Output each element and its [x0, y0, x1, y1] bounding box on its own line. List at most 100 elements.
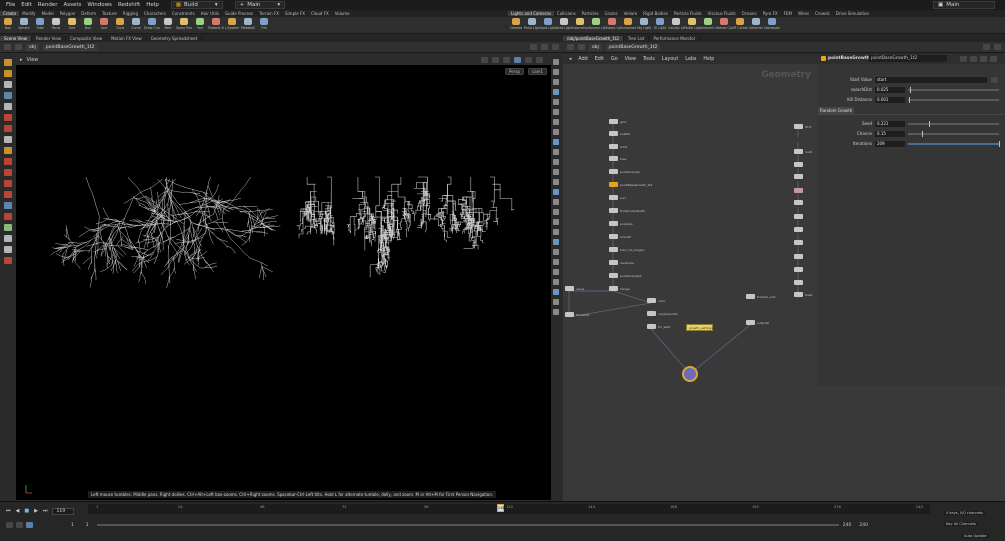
network-node[interactable] [565, 312, 574, 317]
realtime-icon[interactable] [6, 522, 13, 528]
display-icon[interactable] [503, 57, 510, 63]
path-network[interactable]: obj [26, 43, 39, 51]
shelf-tab-right-11[interactable]: Wires [795, 11, 812, 16]
menu-help[interactable]: Help [146, 2, 159, 8]
shelf-tab-12[interactable]: Simple FX [282, 11, 308, 16]
network-node[interactable] [609, 144, 618, 149]
network-node[interactable] [609, 247, 618, 252]
network-node[interactable] [794, 214, 803, 219]
display-option-icon[interactable] [553, 149, 559, 155]
network-editor[interactable]: Geometry grid scatter add1 fuse pointwrangle… [563, 64, 817, 501]
shelf-tab-1[interactable]: Modify [19, 11, 38, 16]
path-node[interactable]: pointBaseGrowth_1t2 [42, 43, 98, 51]
shelf-tab-4[interactable]: Deform [78, 11, 99, 16]
network-node[interactable] [609, 156, 618, 161]
parm-startvalue-menu-icon[interactable] [991, 76, 998, 83]
viewport-tool-icon[interactable] [4, 235, 12, 242]
desktop-selector[interactable]: ▦ Build ▾ [170, 1, 223, 9]
network-node[interactable] [609, 273, 618, 278]
display-option-icon[interactable] [553, 189, 559, 195]
slider-handle[interactable] [908, 96, 910, 103]
tool-file[interactable]: File [256, 17, 272, 30]
network-menu-labs[interactable]: Labs [685, 57, 696, 62]
shelf-tab-9[interactable]: Hair Utils [198, 11, 222, 16]
viewport-tool-icon[interactable] [4, 202, 12, 209]
info-icon[interactable] [980, 56, 987, 62]
tool-environment-light[interactable]: Environment Light [620, 17, 636, 30]
network-node[interactable] [794, 280, 803, 285]
tool-volume-light[interactable]: Volume Light [588, 17, 604, 30]
network-menu-tools[interactable]: Tools [643, 57, 655, 62]
current-frame-field[interactable]: 119 [52, 507, 75, 515]
range-end-2[interactable]: 240 [859, 523, 868, 528]
parm-chance-slider[interactable] [908, 130, 999, 137]
network-node[interactable] [609, 182, 618, 187]
tool-point-light[interactable]: Point Light [524, 17, 540, 30]
play-icon[interactable]: ▶ [34, 508, 38, 514]
shelf-tab-right-2[interactable]: Particles [579, 11, 602, 16]
shelf-tab-2[interactable]: Model [39, 11, 57, 16]
range-start[interactable]: 1 [71, 523, 74, 528]
network-node[interactable] [794, 227, 803, 232]
network-menu-view[interactable]: View [625, 57, 636, 62]
net-path-network[interactable]: obj [589, 43, 602, 51]
shelf-tab-11[interactable]: Terrain FX [256, 11, 282, 16]
net-pane-tab-1[interactable]: Tree List [624, 35, 650, 41]
viewport-tool-icon[interactable] [4, 103, 12, 110]
menu-file[interactable]: File [6, 2, 15, 8]
shelf-tab-0[interactable]: Create [0, 11, 20, 16]
menu-edit[interactable]: Edit [21, 2, 32, 8]
net-pane-tab-0[interactable]: /obj/pointBaseGrowth_1t2 [563, 35, 624, 41]
tool-spray-paint[interactable]: Spray Paint [176, 17, 192, 30]
viewport-tool-icon[interactable] [4, 169, 12, 176]
viewport-tool-icon[interactable] [4, 158, 12, 165]
render-icon[interactable] [536, 57, 543, 63]
parm-searchdist-field[interactable]: 0.025 [875, 86, 905, 93]
parm-killdist-slider[interactable] [908, 96, 999, 103]
network-node[interactable] [609, 131, 618, 136]
viewport-tool-icon[interactable] [4, 224, 12, 231]
network-node[interactable] [609, 286, 618, 291]
shelf-tab-right-12[interactable]: Crowds [812, 11, 833, 16]
viewport-tool-icon[interactable] [4, 114, 12, 121]
network-menu-layout[interactable]: Layout [662, 57, 678, 62]
display-option-icon[interactable] [553, 229, 559, 235]
timeline-cursor[interactable]: 119 [496, 504, 505, 512]
menu-render[interactable]: Render [38, 2, 58, 8]
desktop-selector-2[interactable]: + Main ▾ [234, 1, 286, 9]
tool-portal-light[interactable]: Portal Light [684, 17, 700, 30]
network-node[interactable] [609, 169, 618, 174]
net-path-node[interactable]: pointBaseGrowth_1t2 [605, 43, 661, 51]
help-icon[interactable] [970, 56, 977, 62]
display-option-icon[interactable] [553, 99, 559, 105]
tool-area-light[interactable]: Area Light [556, 17, 572, 30]
viewport-tool-icon[interactable] [4, 92, 12, 99]
range-slider[interactable] [96, 524, 839, 526]
net-menu-icon[interactable] [994, 44, 1001, 50]
pane-tab-4[interactable]: Geometry Spreadsheet [147, 35, 203, 41]
shelf-tab-right-8[interactable]: Oceans [739, 11, 760, 16]
stop-icon[interactable]: ■ [24, 508, 29, 514]
network-node[interactable] [746, 294, 755, 299]
display-option-icon[interactable] [553, 59, 559, 65]
pane-tab-2[interactable]: Composite View [66, 35, 108, 41]
display-option-icon[interactable] [553, 159, 559, 165]
shelf-tab-7[interactable]: Characters [141, 11, 169, 16]
tool-geometry-light[interactable]: Geometry Light [572, 17, 588, 30]
parm-seed-slider[interactable] [908, 120, 999, 127]
right-desktop-selector[interactable]: ▣ Main [933, 1, 995, 9]
shading-icon[interactable] [514, 57, 521, 63]
display-option-icon[interactable] [553, 249, 559, 255]
key-all-channels[interactable]: Key All Channels [944, 522, 978, 526]
tool-null[interactable]: Null [80, 17, 96, 30]
tool-draw-curve[interactable]: Draw Curve [144, 17, 160, 30]
tool-font[interactable]: Font [192, 17, 208, 30]
display-option-icon[interactable] [553, 79, 559, 85]
parm-startvalue-field[interactable]: start [875, 76, 987, 83]
tool-box[interactable]: Box [0, 17, 16, 30]
shelf-tab-14[interactable]: Volume [332, 11, 353, 16]
parm-killdist-field[interactable]: 0.001 [875, 96, 905, 103]
network-node[interactable] [794, 188, 803, 193]
viewport-tool-icon[interactable] [4, 180, 12, 187]
tool-tube[interactable]: Tube [32, 17, 48, 30]
